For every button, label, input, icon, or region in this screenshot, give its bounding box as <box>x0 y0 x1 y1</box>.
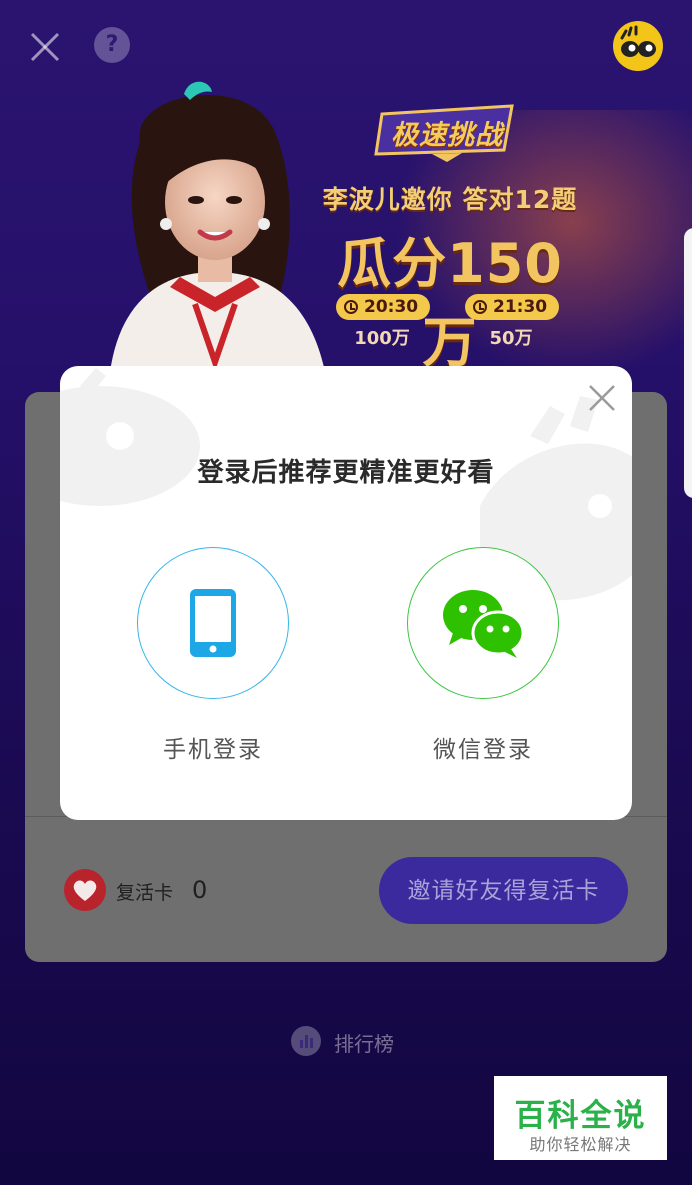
challenge-logo-text: 极速挑战 <box>391 120 503 151</box>
session-1-prize: 100万 <box>354 328 410 349</box>
challenge-logo: 极速挑战 <box>372 96 522 162</box>
host-portrait <box>110 81 325 372</box>
watermark-title: 百科全说 <box>514 1098 647 1134</box>
close-icon[interactable] <box>26 28 64 66</box>
phone-login-button[interactable] <box>137 547 289 699</box>
modal-title: 登录后推荐更精准更好看 <box>197 458 495 488</box>
invite-headline: 李波儿邀你 答对12题 <box>322 185 578 214</box>
clock-icon <box>344 300 358 314</box>
invite-friends-button[interactable]: 邀请好友得复活卡 <box>379 857 628 924</box>
session-1-time-pill: 20:30 <box>336 294 431 320</box>
session-1-time: 20:30 <box>364 297 419 317</box>
session-2-time-pill: 21:30 <box>465 294 560 320</box>
phone-login-label[interactable]: 手机登录 <box>137 730 289 764</box>
session-2: 21:30 <box>465 294 560 320</box>
login-modal: 登录后推荐更精准更好看 手机登录 微信登录 <box>60 366 632 820</box>
site-watermark: 百科全说 助你轻松解决 <box>494 1076 667 1160</box>
watermark-subtitle: 助你轻松解决 <box>529 1135 632 1154</box>
heart-icon <box>64 869 106 911</box>
clock-icon <box>473 300 487 314</box>
leaderboard-link[interactable]: 排行榜 <box>334 1028 394 1057</box>
wechat-login-label[interactable]: 微信登录 <box>407 730 559 764</box>
help-button[interactable]: ? <box>94 27 130 63</box>
wechat-icon <box>443 590 525 658</box>
eyes-logo-icon[interactable] <box>613 21 663 71</box>
session-2-time: 21:30 <box>493 297 548 317</box>
wechat-login-button[interactable] <box>407 547 559 699</box>
session-1: 20:30 <box>336 294 431 320</box>
modal-close-icon[interactable] <box>586 382 618 414</box>
side-panel-edge <box>684 228 692 498</box>
phone-icon <box>190 589 236 657</box>
session-2-prize: 50万 <box>489 328 533 349</box>
leaderboard-icon[interactable] <box>291 1026 321 1056</box>
revive-card-count: 0 <box>192 876 208 904</box>
revive-card-label: 复活卡 <box>116 882 174 904</box>
